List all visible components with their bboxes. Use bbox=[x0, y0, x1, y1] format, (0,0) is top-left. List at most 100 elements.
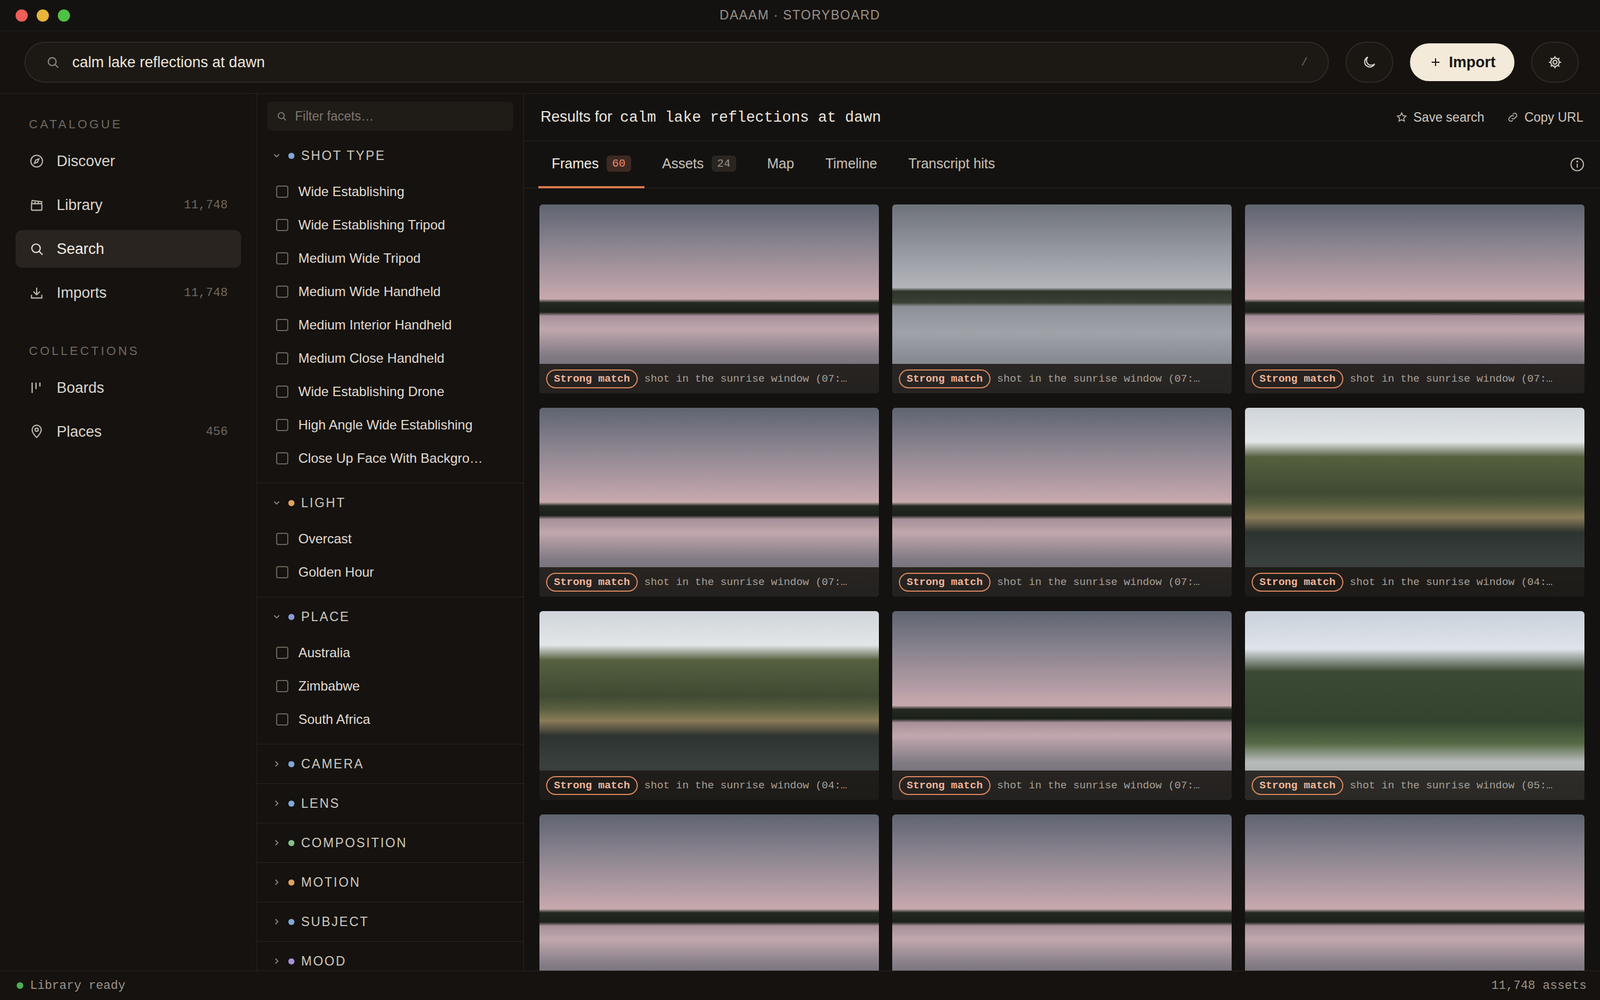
chevron-icon bbox=[271, 798, 282, 809]
checkbox[interactable] bbox=[276, 418, 289, 432]
checkbox[interactable] bbox=[276, 185, 289, 198]
frame-caption-text: shot in the sunrise window (07:… bbox=[997, 372, 1200, 385]
frame-card[interactable]: Strong matchshot in the sunrise window (… bbox=[539, 407, 879, 597]
chevron-icon bbox=[271, 611, 282, 622]
frame-card[interactable] bbox=[892, 814, 1232, 971]
tab[interactable]: Map bbox=[753, 141, 808, 189]
facet-group-header[interactable]: MOOD bbox=[257, 941, 524, 971]
frame-card[interactable]: Strong match shot in the sunrise window (… bbox=[892, 611, 1232, 800]
tab[interactable]: Timeline bbox=[811, 141, 891, 189]
frame-card[interactable]: Strong matchshot in the sunrise window (… bbox=[892, 204, 1232, 394]
sidebar-item[interactable]: Discover bbox=[15, 142, 242, 180]
checkbox[interactable] bbox=[276, 218, 289, 232]
download-icon bbox=[28, 285, 45, 301]
match-badge: Strong match bbox=[1251, 369, 1344, 389]
facet-option[interactable]: Medium Interior Handheld bbox=[257, 308, 524, 342]
frame-thumbnail bbox=[539, 814, 879, 971]
facet-option[interactable]: High Angle Wide Establishing bbox=[257, 408, 524, 442]
facet-option[interactable]: Wide Establishing Tripod bbox=[257, 208, 524, 242]
frame-card[interactable]: Strong matchshot in the sunrise window (… bbox=[539, 204, 879, 394]
close-button[interactable] bbox=[15, 9, 28, 22]
match-badge: Strong match bbox=[898, 776, 991, 795]
facet-option[interactable]: Close Up Face With Backgro… bbox=[257, 441, 524, 475]
zoom-button[interactable] bbox=[57, 9, 70, 22]
frame-card[interactable]: Strong matchshot in the sunrise window (… bbox=[539, 611, 879, 800]
facet-option[interactable]: Golden Hour bbox=[257, 555, 524, 589]
sidebar-item[interactable]: Search bbox=[15, 230, 242, 268]
checkbox[interactable] bbox=[276, 680, 289, 693]
facet-options: Wide EstablishingWide Establishing Tripo… bbox=[257, 175, 524, 475]
facet-group-header[interactable]: SHOT TYPE bbox=[257, 136, 524, 175]
facet-group-header[interactable]: SUBJECT bbox=[257, 902, 524, 942]
facet-option[interactable]: Overcast bbox=[257, 522, 524, 556]
facet-option[interactable]: Australia bbox=[257, 636, 524, 670]
sidebar-item[interactable]: Imports11,748 bbox=[15, 273, 242, 312]
checkbox[interactable] bbox=[276, 532, 289, 545]
facet-group-header[interactable]: PLACE bbox=[257, 597, 524, 637]
chevron-icon bbox=[271, 758, 282, 769]
checkbox[interactable] bbox=[276, 566, 289, 579]
minimize-button[interactable] bbox=[36, 9, 49, 22]
facet-option[interactable]: Medium Wide Handheld bbox=[257, 275, 524, 309]
facet-option[interactable]: Wide Establishing Drone bbox=[257, 375, 524, 409]
import-label: Import bbox=[1448, 53, 1496, 72]
facet-option-label: Medium Wide Handheld bbox=[298, 283, 441, 300]
tab-spacer bbox=[1012, 141, 1565, 188]
frame-card[interactable]: Strong match shot in the sunrise window (… bbox=[1245, 407, 1585, 597]
facet-group-header[interactable]: COMPOSITION bbox=[257, 823, 524, 863]
info-icon[interactable] bbox=[1568, 156, 1586, 173]
tab[interactable]: Transcript hits bbox=[895, 141, 1009, 189]
facet-group-header[interactable]: CAMERA bbox=[257, 744, 524, 784]
frame-caption-text: shot in the sunrise window (04:… bbox=[1350, 576, 1553, 589]
result-tabs: Frames60Assets24Map Timeline Transcript hi… bbox=[523, 141, 1600, 189]
facet-option[interactable]: Wide Establishing bbox=[257, 175, 524, 209]
frame-caption-text: shot in the sunrise window (07:… bbox=[1350, 372, 1553, 385]
facet-option[interactable]: Medium Close Handheld bbox=[257, 341, 524, 375]
checkbox[interactable] bbox=[276, 285, 289, 298]
facet-group-header[interactable]: LIGHT bbox=[257, 483, 524, 523]
facet-group-label: MOOD bbox=[301, 953, 347, 969]
sidebar-item[interactable]: Library11,748 bbox=[15, 186, 242, 224]
sidebar-item[interactable]: Boards bbox=[15, 368, 242, 407]
facet-option-label: Close Up Face With Backgro… bbox=[298, 450, 483, 467]
facet-group-label: PLACE bbox=[301, 609, 350, 625]
checkbox[interactable] bbox=[276, 385, 289, 398]
chevron-icon bbox=[271, 956, 282, 967]
facet-filter-field[interactable]: Filter facets… bbox=[267, 101, 514, 131]
tab[interactable]: Assets24 bbox=[648, 141, 750, 189]
frame-card[interactable] bbox=[539, 814, 879, 971]
checkbox[interactable] bbox=[276, 318, 289, 332]
facet-group: MOOD bbox=[257, 941, 524, 971]
sidebar-item[interactable]: Places456 bbox=[15, 412, 242, 451]
facet-filter-placeholder: Filter facets… bbox=[295, 108, 374, 124]
tab-label: Timeline bbox=[825, 155, 878, 172]
match-badge: Strong match bbox=[1251, 572, 1344, 592]
facet-option[interactable]: Zimbabwe bbox=[257, 669, 524, 703]
facet-option[interactable]: South Africa bbox=[257, 702, 524, 737]
facet-options: OvercastGolden Hour bbox=[257, 522, 524, 589]
clapperboard-icon bbox=[28, 197, 45, 213]
frame-card[interactable]: Strong matchshot in the sunrise window (… bbox=[1245, 611, 1585, 800]
checkbox[interactable] bbox=[276, 352, 289, 365]
results-action-button[interactable]: Save search bbox=[1395, 110, 1485, 125]
frame-caption-text: shot in the sunrise window (07:… bbox=[997, 779, 1200, 792]
checkbox[interactable] bbox=[276, 713, 289, 726]
search-field[interactable]: calm lake reflections at dawn/ bbox=[24, 41, 1329, 83]
checkbox[interactable] bbox=[276, 452, 289, 465]
checkbox[interactable] bbox=[276, 646, 289, 659]
import-button[interactable]: Import bbox=[1410, 43, 1515, 82]
facet-option-label: Medium Wide Tripod bbox=[298, 250, 421, 267]
frame-card[interactable] bbox=[1245, 814, 1585, 971]
tab[interactable]: Frames60 bbox=[538, 141, 645, 189]
facet-group: LENS bbox=[257, 783, 524, 824]
checkbox[interactable] bbox=[276, 252, 289, 265]
results-header: Results forcalm lake reflections at dawn… bbox=[523, 93, 1600, 142]
frame-card[interactable]: Strong match shot in the sunrise window (… bbox=[1245, 204, 1585, 394]
settings-button[interactable] bbox=[1531, 41, 1579, 83]
theme-toggle-button[interactable] bbox=[1345, 41, 1394, 83]
facet-option[interactable]: Medium Wide Tripod bbox=[257, 241, 524, 275]
facet-group-header[interactable]: LENS bbox=[257, 783, 524, 823]
frame-card[interactable]: Strong matchshot in the sunrise window (… bbox=[892, 407, 1232, 597]
facet-group-header[interactable]: MOTION bbox=[257, 862, 524, 902]
results-action-button[interactable]: Copy URL bbox=[1506, 110, 1584, 125]
